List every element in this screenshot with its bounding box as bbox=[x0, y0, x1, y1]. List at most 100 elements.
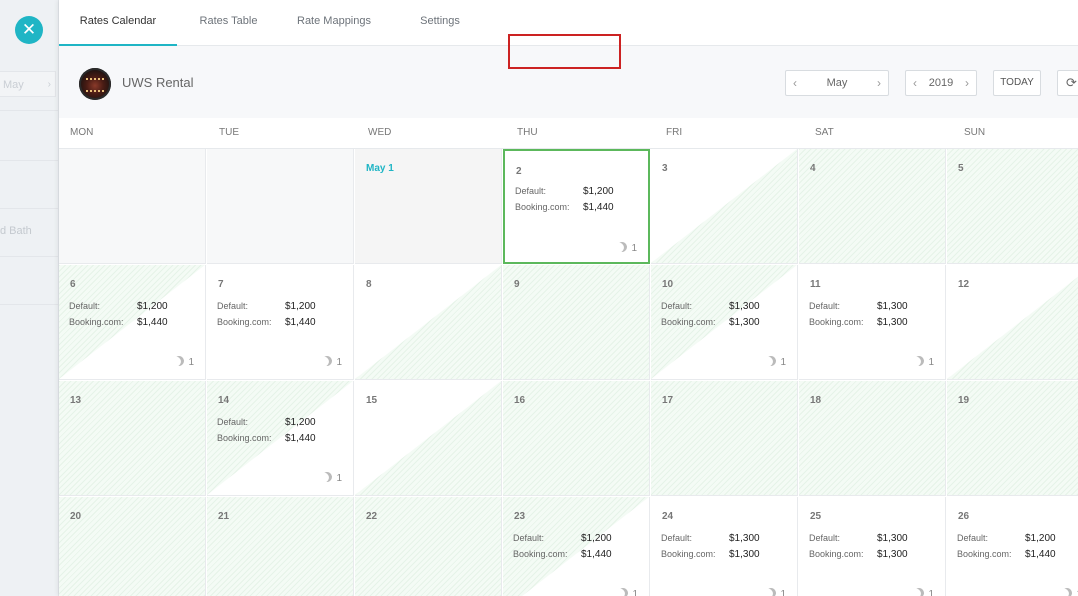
day-number: 23 bbox=[514, 511, 526, 522]
tab-rate-mappings[interactable]: Rate Mappings bbox=[291, 0, 377, 45]
calendar-day-cell[interactable]: 13 bbox=[59, 381, 206, 496]
rate-amount: $1,300 bbox=[729, 533, 760, 544]
day-number: 11 bbox=[810, 279, 821, 290]
background-divider bbox=[0, 256, 58, 257]
calendar-day-cell[interactable]: 10 Default: $1,300 Booking.com: $1,300 1 bbox=[651, 265, 798, 380]
min-nights: 1 bbox=[1062, 588, 1078, 596]
calendar-day-cell[interactable]: 12 bbox=[947, 265, 1078, 380]
rate-amount: $1,300 bbox=[729, 317, 760, 328]
background-divider bbox=[0, 160, 58, 161]
calendar-empty-cell bbox=[59, 149, 206, 264]
weekday-label: THU bbox=[517, 127, 538, 138]
close-button[interactable]: ✕ bbox=[15, 16, 43, 44]
moon-icon bbox=[913, 586, 927, 596]
min-nights: 1 bbox=[914, 588, 934, 596]
today-button[interactable]: TODAY bbox=[993, 70, 1041, 96]
weekday-label: FRI bbox=[666, 127, 683, 138]
rate-amount: $1,440 bbox=[285, 317, 316, 328]
calendar-day-cell[interactable]: 18 bbox=[799, 381, 946, 496]
year-navigator: ‹ 2019 › bbox=[905, 70, 977, 96]
day-number: 12 bbox=[958, 279, 970, 290]
calendar-day-cell[interactable]: 20 bbox=[59, 497, 206, 596]
day-number: 8 bbox=[366, 279, 372, 290]
calendar-day-cell[interactable]: 14 Default: $1,200 Booking.com: $1,440 1 bbox=[207, 381, 354, 496]
calendar-day-cell[interactable]: May 1 bbox=[355, 149, 502, 264]
calendar-day-cell[interactable]: 24 Default: $1,300 Booking.com: $1,300 1 bbox=[651, 497, 798, 596]
background-month-value: May bbox=[3, 79, 24, 91]
calendar-day-cell[interactable]: 6 Default: $1,200 Booking.com: $1,440 1 bbox=[59, 265, 206, 380]
day-number: 13 bbox=[70, 395, 82, 406]
calendar-day-cell[interactable]: 7 Default: $1,200 Booking.com: $1,440 1 bbox=[207, 265, 354, 380]
calendar-day-cell[interactable]: 25 Default: $1,300 Booking.com: $1,300 1 bbox=[799, 497, 946, 596]
moon-icon bbox=[321, 470, 335, 484]
moon-icon bbox=[321, 354, 335, 368]
moon-icon bbox=[765, 354, 779, 368]
tab-rates-table[interactable]: Rates Table bbox=[191, 0, 266, 45]
calendar-day-cell[interactable]: 16 bbox=[503, 381, 650, 496]
rate-amount: $1,300 bbox=[877, 301, 908, 312]
weekday-header: MON TUE WED THU FRI SAT SUN bbox=[59, 118, 1078, 149]
refresh-button[interactable]: ⟳ bbox=[1057, 70, 1078, 96]
background-divider bbox=[0, 208, 58, 209]
year-value: 2019 bbox=[928, 77, 954, 89]
moon-icon bbox=[173, 354, 187, 368]
day-number: 25 bbox=[810, 511, 822, 522]
chevron-right-icon: › bbox=[47, 79, 51, 90]
calendar-day-cell[interactable]: 15 bbox=[355, 381, 502, 496]
month-navigator: ‹ May › bbox=[785, 70, 889, 96]
calendar-toolbar: UWS Rental ‹ May › ‹ 2019 › TODAY ⟳ bbox=[59, 46, 1078, 118]
moon-icon bbox=[616, 240, 630, 254]
rate-amount: $1,440 bbox=[1025, 549, 1056, 560]
calendar-day-cell[interactable]: 3 bbox=[651, 149, 798, 264]
day-number: 24 bbox=[662, 511, 674, 522]
chevron-right-icon[interactable]: › bbox=[870, 71, 888, 95]
day-number: 16 bbox=[514, 395, 526, 406]
chevron-left-icon[interactable]: ‹ bbox=[906, 71, 924, 95]
min-nights: 1 bbox=[914, 356, 934, 368]
min-nights-value: 1 bbox=[188, 357, 194, 368]
rate-amount: $1,300 bbox=[877, 317, 908, 328]
property-avatar bbox=[79, 68, 111, 100]
min-nights-value: 1 bbox=[928, 357, 934, 368]
calendar-day-cell[interactable]: 8 bbox=[355, 265, 502, 380]
calendar-day-cell[interactable]: 2 Default: $1,200 Booking.com: $1,440 1 bbox=[503, 149, 650, 264]
min-nights-value: 1 bbox=[780, 589, 786, 596]
chevron-left-icon[interactable]: ‹ bbox=[786, 71, 804, 95]
rate-amount: $1,440 bbox=[581, 549, 612, 560]
calendar-day-cell[interactable]: 11 Default: $1,300 Booking.com: $1,300 1 bbox=[799, 265, 946, 380]
calendar-empty-cell bbox=[207, 149, 354, 264]
min-nights: 1 bbox=[322, 356, 342, 368]
refresh-icon: ⟳ bbox=[1066, 75, 1077, 90]
weekday-label: SUN bbox=[964, 127, 986, 138]
rates-panel: Rates Calendar Rates Table Rate Mappings… bbox=[59, 0, 1078, 596]
calendar-grid: May 1 2 Default: $1,200 Booking.com: $1,440 1 3… bbox=[59, 149, 1078, 596]
day-number: 5 bbox=[958, 163, 964, 174]
calendar-day-cell[interactable]: 21 bbox=[207, 497, 354, 596]
background-divider bbox=[0, 304, 58, 305]
close-icon: ✕ bbox=[21, 20, 37, 40]
calendar-day-cell[interactable]: 19 bbox=[947, 381, 1078, 496]
calendar-day-cell[interactable]: 4 bbox=[799, 149, 946, 264]
rate-amount: $1,440 bbox=[137, 317, 168, 328]
rate-amount: $1,200 bbox=[1025, 533, 1056, 544]
min-nights-value: 1 bbox=[928, 589, 934, 596]
background-divider bbox=[0, 110, 58, 111]
calendar-day-cell[interactable]: 23 Default: $1,200 Booking.com: $1,440 1 bbox=[503, 497, 650, 596]
min-nights: 1 bbox=[766, 356, 786, 368]
rate-amount: $1,200 bbox=[285, 417, 316, 428]
day-number: 17 bbox=[662, 395, 674, 406]
min-nights-value: 1 bbox=[336, 357, 342, 368]
min-nights-value: 1 bbox=[632, 589, 638, 596]
tab-bar: Rates Calendar Rates Table Rate Mappings… bbox=[59, 0, 1078, 46]
property-name: UWS Rental bbox=[122, 75, 194, 90]
calendar-day-cell[interactable]: 26Default:$1,200Booking.com:$1,4401 bbox=[947, 497, 1078, 596]
min-nights-value: 1 bbox=[336, 473, 342, 484]
chevron-right-icon[interactable]: › bbox=[958, 71, 976, 95]
calendar-day-cell[interactable]: 17 bbox=[651, 381, 798, 496]
calendar-day-cell[interactable]: 5 bbox=[947, 149, 1078, 264]
day-number: 6 bbox=[70, 279, 76, 290]
calendar-day-cell[interactable]: 9 bbox=[503, 265, 650, 380]
tab-rates-calendar[interactable]: Rates Calendar bbox=[59, 0, 177, 46]
calendar-day-cell[interactable]: 22 bbox=[355, 497, 502, 596]
tab-settings[interactable]: Settings bbox=[411, 0, 469, 45]
